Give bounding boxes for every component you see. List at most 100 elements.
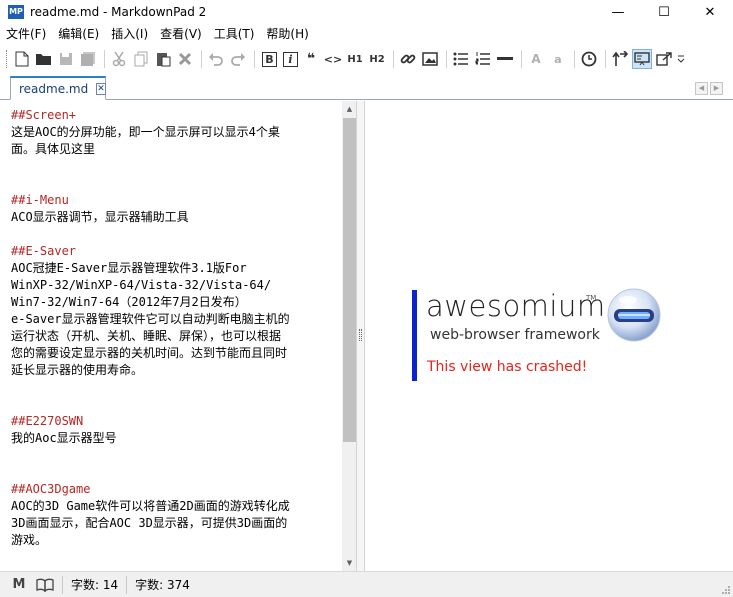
heading1-button[interactable]: H1 [345,49,365,69]
book-icon[interactable] [36,577,54,593]
editor-text-line[interactable] [11,175,341,192]
editor-text-line[interactable]: 运行状态（开机、关机、睡眠、屏保），也可以根据 [11,328,341,345]
scroll-up-icon[interactable]: ▲ [342,101,356,117]
markdown-mode-icon[interactable]: M [10,577,28,593]
editor-heading-line[interactable]: ##i-Menu [11,192,341,209]
editor-heading-line[interactable]: ##Screen+ [11,107,341,124]
markdown-editor[interactable]: ##Screen+ 这是AOC的分屏功能，即一个显示屏可以显示4个桌 面。具体见这里… [0,101,357,571]
editor-text-line[interactable] [11,396,341,413]
awesomium-logo-text: awesomium [426,289,606,323]
editor-heading-line[interactable]: ##E-Saver [11,243,341,260]
toolbar-separator [521,50,522,68]
editor-text-line[interactable]: Win7-32/Win7-64（2012年7月2日发布） [11,294,341,311]
title-bar: MP readme.md - MarkdownPad 2 — ☐ ✕ [0,0,733,24]
save-all-icon[interactable] [78,49,98,69]
editor-heading-line[interactable]: ##E2270SWN [11,413,341,430]
menu-edit[interactable]: 编辑(E) [52,24,105,45]
menu-help[interactable]: 帮助(H) [260,24,314,45]
editor-heading-line[interactable]: ##AOC3Dgame [11,481,341,498]
awesomium-globe-icon [607,288,661,342]
status-separator [126,575,128,594]
menu-view[interactable]: 查看(V) [154,24,208,45]
editor-content[interactable]: ##Screen+ 这是AOC的分屏功能，即一个显示屏可以显示4个桌 面。具体见这里… [11,107,341,549]
quote-button[interactable]: ❝ [301,49,321,69]
preview-toggle-icon[interactable] [632,49,652,69]
editor-scrollbar[interactable]: ▲ ▼ [342,101,356,571]
clock-icon[interactable] [579,49,599,69]
splitter-grip[interactable] [359,329,362,341]
editor-text-line[interactable]: 面。具体见这里 [11,141,341,158]
window-title: readme.md - MarkdownPad 2 [30,5,207,19]
word-count: 字数: 14 [71,578,119,592]
editor-text-line[interactable] [11,379,341,396]
menu-bar: 文件(F) 编辑(E) 插入(I) 查看(V) 工具(T) 帮助(H) [0,24,733,45]
copy-icon[interactable] [131,49,151,69]
awesomium-accent-bar [412,290,417,381]
preview-pane: awesomium TM web-browser framework This … [366,101,733,571]
resize-grip-icon[interactable] [721,585,731,595]
crash-message: This view has crashed! [427,359,588,375]
editor-text-line[interactable] [11,158,341,175]
paste-icon[interactable] [153,49,173,69]
tab-scroll-right-icon[interactable]: ▶ [710,82,723,95]
editor-text-line[interactable]: 我的Aoc显示器型号 [11,430,341,447]
maximize-button[interactable]: ☐ [641,0,687,24]
tab-readme[interactable]: readme.md ✕ [10,76,106,100]
menu-tools[interactable]: 工具(T) [208,24,261,45]
tab-scroll-left-icon[interactable]: ◀ [695,82,708,95]
lowercase-button[interactable]: a [548,49,568,69]
sync-scroll-icon[interactable] [610,49,630,69]
toolbar-separator [201,50,202,68]
editor-text-line[interactable] [11,464,341,481]
editor-text-line[interactable] [11,226,341,243]
menu-insert[interactable]: 插入(I) [105,24,154,45]
heading2-button[interactable]: H2 [367,49,387,69]
editor-text-line[interactable]: 3D画面显示，配合AOC 3D显示器，可提供3D画面的 [11,515,341,532]
redo-icon[interactable] [228,49,248,69]
new-file-icon[interactable] [12,49,32,69]
menu-file[interactable]: 文件(F) [0,24,52,45]
undo-icon[interactable] [206,49,226,69]
toolbar-separator [254,50,255,68]
toolbar-separator [446,50,447,68]
bold-button[interactable]: B [262,51,277,67]
scroll-thumb[interactable] [343,118,356,442]
editor-text-line[interactable]: 这是AOC的分屏功能，即一个显示屏可以显示4个桌 [11,124,341,141]
export-icon[interactable] [654,49,674,69]
editor-text-line[interactable]: ACO显示器调节，显示器辅助工具 [11,209,341,226]
editor-text-line[interactable]: AOC的3D Game软件可以将普通2D画面的游戏转化成 [11,498,341,515]
italic-button[interactable]: i [283,51,298,67]
toolbar-separator [393,50,394,68]
editor-text-line[interactable] [11,447,341,464]
cut-icon[interactable] [109,49,129,69]
link-icon[interactable] [398,49,418,69]
close-button[interactable]: ✕ [687,0,733,24]
horizontal-rule-icon[interactable] [495,49,515,69]
app-icon: MP [8,5,24,19]
code-button[interactable]: <> [323,49,343,69]
editor-text-line[interactable]: AOC冠捷E-Saver显示器管理软件3.1版For [11,260,341,277]
editor-text-line[interactable]: 您的需要设定显示器的关机时间。达到节能而且同时 [11,345,341,362]
editor-text-line[interactable]: WinXP-32/WinXP-64/Vista-32/Vista-64/ [11,277,341,294]
toolbar-grip[interactable] [6,50,9,68]
awesomium-subtitle: web-browser framework [430,327,600,343]
scroll-down-icon[interactable]: ▼ [342,555,356,571]
status-bar: M 字数: 14 字数: 374 [0,571,733,597]
awesomium-trademark: TM [586,294,597,302]
pane-splitter[interactable] [357,101,365,571]
image-icon[interactable] [420,49,440,69]
editor-text-line[interactable]: 游戏。 [11,532,341,549]
numbered-list-icon[interactable] [473,49,493,69]
delete-icon[interactable] [175,49,195,69]
open-folder-icon[interactable] [34,49,54,69]
editor-text-line[interactable]: 延长显示器的使用寿命。 [11,362,341,379]
bullet-list-icon[interactable] [451,49,471,69]
uppercase-button[interactable]: A [526,49,546,69]
save-icon[interactable] [56,49,76,69]
window-controls: — ☐ ✕ [595,0,733,24]
toolbar-overflow-icon[interactable] [676,49,686,69]
toolbar-separator [104,50,105,68]
minimize-button[interactable]: — [595,0,641,24]
tab-close-icon[interactable]: ✕ [96,82,106,95]
editor-text-line[interactable]: e-Saver显示器管理软件它可以自动判断电脑主机的 [11,311,341,328]
